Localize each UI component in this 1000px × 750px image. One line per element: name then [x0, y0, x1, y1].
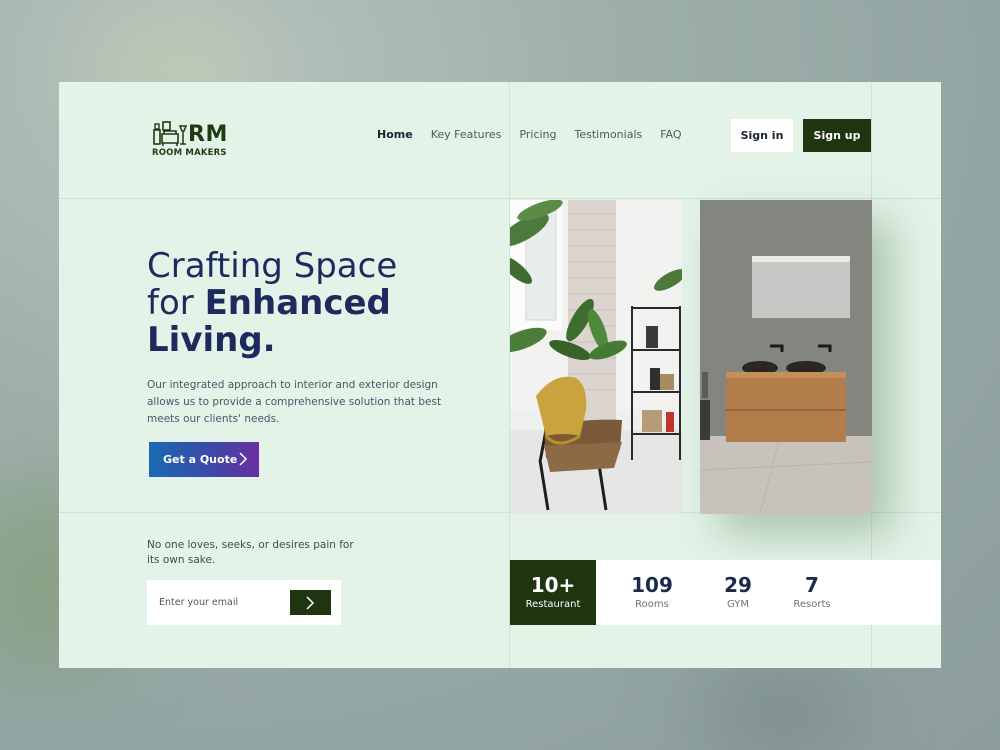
chevron-right-icon	[239, 452, 248, 466]
stat-value: 29	[724, 573, 752, 597]
nav-item-faq[interactable]: FAQ	[660, 128, 681, 141]
stat-label: Restaurant	[525, 599, 581, 610]
hero-title-line2-bold: Enhanced	[204, 283, 391, 323]
logo-name: ROOM MAKERS	[152, 148, 227, 158]
stat-label: GYM	[727, 599, 749, 610]
nav-item-testimonials[interactable]: Testimonials	[575, 128, 643, 141]
living-room-photo	[510, 200, 682, 514]
stat-restaurant: 10+ Restaurant	[510, 560, 596, 625]
landing-page-card: RM ROOM MAKERS Home Key Features Pricing…	[59, 82, 941, 668]
main-nav: Home Key Features Pricing Testimonials F…	[377, 128, 682, 141]
hero-title-line1: Crafting Space	[147, 246, 398, 286]
nav-item-key-features[interactable]: Key Features	[431, 128, 502, 141]
logo-mark: RM	[188, 122, 228, 147]
sign-in-button[interactable]: Sign in	[731, 119, 793, 152]
stat-label: Rooms	[635, 599, 669, 610]
stat-value: 7	[805, 573, 819, 597]
stat-gym: 29 GYM	[708, 560, 768, 625]
stat-value: 10+	[530, 573, 576, 597]
get-quote-button[interactable]: Get a Quote	[149, 442, 259, 477]
chevron-right-icon	[306, 596, 315, 610]
hero-description: Our integrated approach to interior and …	[147, 379, 442, 425]
stats-bar: 10+ Restaurant 109 Rooms 29 GYM 7 Resort…	[510, 560, 941, 625]
hero-title-line2-light: for	[147, 283, 205, 323]
email-submit-button[interactable]	[290, 590, 331, 615]
background-blur	[700, 660, 860, 750]
get-quote-label: Get a Quote	[163, 453, 238, 466]
stat-rooms: 109 Rooms	[622, 560, 682, 625]
hero-title: Crafting Space for Enhanced Living.	[147, 248, 477, 359]
sign-up-button[interactable]: Sign up	[803, 119, 871, 152]
newsletter-tagline: No one loves, seeks, or desires pain for…	[147, 539, 354, 566]
nav-item-home[interactable]: Home	[377, 128, 413, 141]
stat-label: Resorts	[793, 599, 831, 610]
email-signup-form	[147, 580, 341, 625]
brand-logo[interactable]: RM ROOM MAKERS	[152, 118, 242, 162]
stat-resorts: 7 Resorts	[782, 560, 842, 625]
email-input[interactable]	[159, 592, 279, 613]
stat-value: 109	[631, 573, 673, 597]
furniture-icon	[153, 121, 188, 146]
hero-title-line3: Living.	[147, 320, 276, 360]
bathroom-photo	[700, 200, 872, 514]
grid-line	[59, 198, 941, 199]
nav-item-pricing[interactable]: Pricing	[519, 128, 556, 141]
